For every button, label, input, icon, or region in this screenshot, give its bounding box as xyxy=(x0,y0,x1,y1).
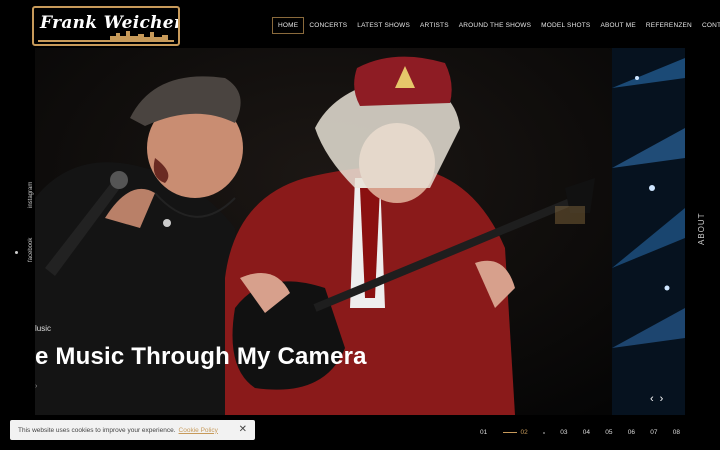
social-links: instagram facebook xyxy=(26,178,38,268)
nav-model-shots[interactable]: MODEL SHOTS xyxy=(536,18,595,33)
slider-arrows: ‹ › xyxy=(650,393,663,405)
nav-concerts[interactable]: CONCERTS xyxy=(304,18,352,33)
cookie-policy-link[interactable]: Cookie Policy xyxy=(179,427,218,434)
nav-home[interactable]: HOME xyxy=(272,17,305,34)
pager-item[interactable]: 01 xyxy=(480,429,487,436)
pager-item[interactable]: 06 xyxy=(628,429,635,436)
prev-arrow-icon[interactable]: ‹ xyxy=(650,393,654,405)
next-arrow-icon[interactable]: › xyxy=(660,393,664,405)
pager-item[interactable]: 07 xyxy=(650,429,657,436)
logo-underline xyxy=(38,40,174,42)
social-dot xyxy=(15,251,18,254)
pager-item[interactable]: 04 xyxy=(583,429,590,436)
nav-referenzen[interactable]: REFERENZEN xyxy=(641,18,697,33)
pager-separator xyxy=(543,431,545,434)
instagram-link[interactable]: instagram xyxy=(28,182,34,208)
hero-category: lusic xyxy=(35,324,52,333)
cookie-banner: This website uses cookies to improve you… xyxy=(10,420,255,440)
pager-item[interactable]: 08 xyxy=(673,429,680,436)
site-logo[interactable]: Frank Weichert xyxy=(32,6,180,46)
cookie-text: This website uses cookies to improve you… xyxy=(18,426,176,434)
next-slide-preview[interactable] xyxy=(612,48,685,415)
nav-contact[interactable]: CONTACT xyxy=(697,18,720,33)
pager-item-active[interactable]: 02 xyxy=(503,429,528,436)
pager-item[interactable]: 03 xyxy=(560,429,567,436)
about-side-link[interactable]: ABOUT xyxy=(697,212,706,245)
nav-around-the-shows[interactable]: AROUND THE SHOWS xyxy=(454,18,536,33)
hero-more-arrow[interactable]: › xyxy=(35,383,37,390)
close-icon[interactable]: ✕ xyxy=(239,424,247,435)
facebook-link[interactable]: facebook xyxy=(28,238,34,262)
main-navigation: HOME CONCERTS LATEST SHOWS ARTISTS AROUN… xyxy=(272,17,720,34)
pager-item[interactable]: 05 xyxy=(605,429,612,436)
nav-about-me[interactable]: ABOUT ME xyxy=(595,18,640,33)
nav-latest-shows[interactable]: LATEST SHOWS xyxy=(352,18,415,33)
hero-title: e Music Through My Camera xyxy=(35,343,367,370)
slide-pager: 01 02 03 04 05 06 07 08 xyxy=(480,429,680,436)
stage-lights-image xyxy=(612,48,685,415)
nav-artists[interactable]: ARTISTS xyxy=(415,18,454,33)
